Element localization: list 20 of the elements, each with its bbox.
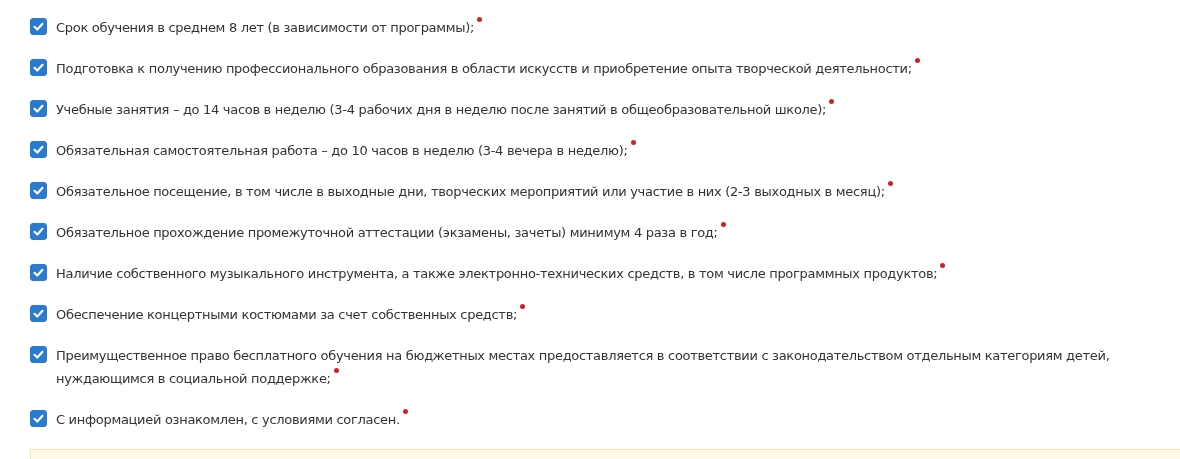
checkbox-label: Обязательное посещение, в том числе в выходные дни, творческих мероприятий или участие в них (2-3 выходных в месяц); — [56, 180, 893, 203]
checkbox-label: С информацией ознакомлен, с условиями согласен. — [56, 408, 408, 431]
checkbox[interactable] — [30, 182, 47, 199]
checkbox[interactable] — [30, 100, 47, 117]
checkbox[interactable] — [30, 223, 47, 240]
checkbox-label: Обязательная самостоятельная работа – до 10 часов в неделю (3-4 вечера в неделю); — [56, 139, 636, 162]
checkbox[interactable] — [30, 141, 47, 158]
checkbox-label: Обязательное прохождение промежуточной аттестации (экзамены, зачеты) минимум 4 раза в год; — [56, 221, 726, 244]
checkbox[interactable] — [30, 346, 47, 363]
checkbox[interactable] — [30, 410, 47, 427]
checkbox[interactable] — [30, 305, 47, 322]
checkbox-label: Учебные занятия – до 14 часов в неделю (3-4 рабочих дня в неделю после занятий в общеобразовательной школе); — [56, 98, 835, 121]
checkbox-label: Наличие собственного музыкального инструмента, а также электронно-технических средств, в том числе программных продуктов; — [56, 262, 946, 285]
checkbox-label: Преимущественное право бесплатного обучения на бюджетных местах предоставляется в соответствии с законодательством отдельным категориям детей, нуждающимся в социальной поддержке; — [56, 347, 1111, 388]
checkbox[interactable] — [30, 18, 47, 35]
checkbox[interactable] — [30, 59, 47, 76]
checkbox-label: Подготовка к получению профессионального образования в области искусств и приобретение опыта творческой деятельности; — [56, 57, 920, 80]
checkbox-label: Обеспечение концертными костюмами за счет собственных средств; — [56, 303, 526, 326]
checkbox[interactable] — [30, 264, 47, 281]
checkbox-label: Срок обучения в среднем 8 лет (в зависимости от программы); — [56, 16, 483, 39]
